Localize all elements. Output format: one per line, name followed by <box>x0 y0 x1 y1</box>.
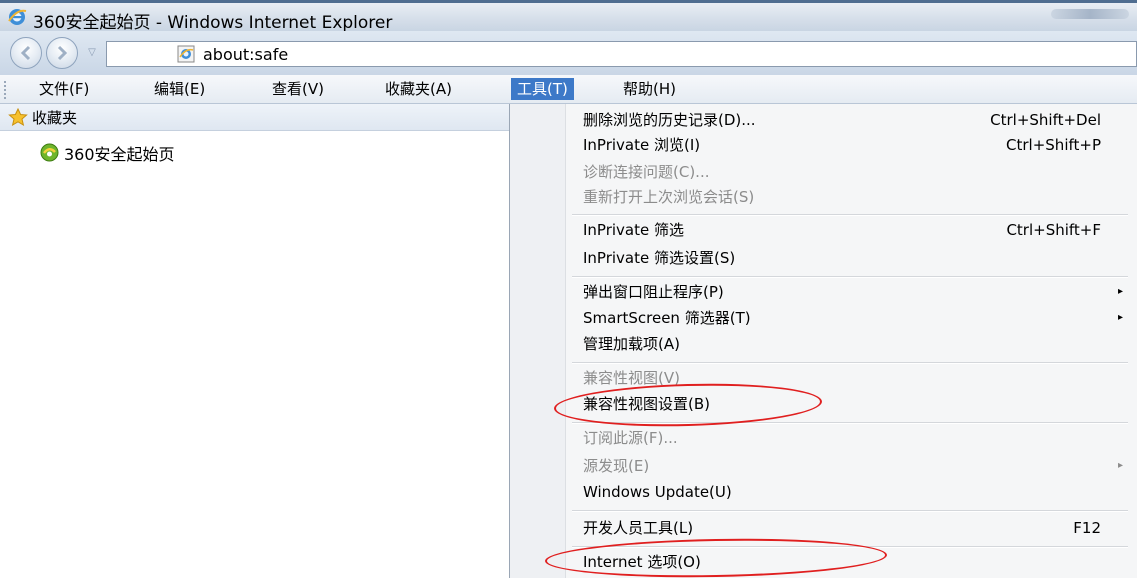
ie-page-icon <box>177 45 195 63</box>
address-url: about:safe <box>203 45 289 64</box>
menu-separator <box>572 546 1128 548</box>
menu-item-diagnose-connection: 诊断连接问题(C)... <box>583 160 1123 184</box>
360-icon <box>40 143 59 162</box>
menu-item-smartscreen-filter[interactable]: SmartScreen 筛选器(T) ▸ <box>583 306 1123 330</box>
navigation-bar: ▽ about:safe <box>0 31 1137 75</box>
menu-favorites[interactable]: 收藏夹(A) <box>379 78 458 100</box>
menu-separator <box>572 510 1128 512</box>
menu-item-label: 源发现(E) <box>583 457 650 475</box>
title-bar: 360安全起始页 - Windows Internet Explorer <box>0 0 1137 33</box>
menu-item-label: InPrivate 筛选设置(S) <box>583 249 736 267</box>
submenu-arrow-icon: ▸ <box>1117 460 1123 471</box>
menu-item-label: 开发人员工具(L) <box>583 519 694 537</box>
menu-item-internet-options[interactable]: Internet 选项(O) <box>583 550 1123 574</box>
menu-item-label: SmartScreen 筛选器(T) <box>583 309 751 327</box>
menu-item-label: 诊断连接问题(C)... <box>583 163 710 181</box>
internet-explorer-icon <box>8 9 27 25</box>
shortcut-label: Ctrl+Shift+P <box>1006 136 1101 154</box>
menu-tools[interactable]: 工具(T) <box>511 78 574 100</box>
menu-item-delete-history[interactable]: 删除浏览的历史记录(D)... Ctrl+Shift+Del <box>583 108 1123 132</box>
shortcut-label: F12 <box>1073 519 1101 537</box>
menu-item-compatibility-view-settings[interactable]: 兼容性视图设置(B) <box>583 392 1123 416</box>
shortcut-label: Ctrl+Shift+Del <box>990 111 1101 129</box>
menu-item-label: 弹出窗口阻止程序(P) <box>583 283 724 301</box>
back-button[interactable] <box>10 37 42 69</box>
menu-item-label: 管理加载项(A) <box>583 335 680 353</box>
shortcut-label: Ctrl+Shift+F <box>1006 221 1101 239</box>
menu-item-developer-tools[interactable]: 开发人员工具(L) F12 <box>583 516 1123 540</box>
address-field[interactable]: about:safe <box>106 41 1137 67</box>
favorites-label[interactable]: 收藏夹 <box>32 107 77 128</box>
menu-separator <box>572 362 1128 364</box>
menu-item-label: Internet 选项(O) <box>583 553 701 571</box>
menu-view[interactable]: 查看(V) <box>266 78 330 100</box>
menu-help[interactable]: 帮助(H) <box>617 78 682 100</box>
submenu-arrow-icon: ▸ <box>1117 286 1123 297</box>
forward-button[interactable] <box>46 37 78 69</box>
window-title: 360安全起始页 - Windows Internet Explorer <box>33 13 393 33</box>
menu-file[interactable]: 文件(F) <box>33 78 95 100</box>
chevron-down-icon: ▽ <box>88 47 96 58</box>
forward-arrow-icon <box>57 45 68 61</box>
menu-item-label: 订阅此源(F)... <box>583 429 678 447</box>
toolbar-grip[interactable] <box>4 81 9 99</box>
favorite-item-label: 360安全起始页 <box>64 145 175 164</box>
menu-item-reopen-session: 重新打开上次浏览会话(S) <box>583 185 1123 209</box>
menu-item-label: InPrivate 浏览(I) <box>583 136 701 154</box>
history-dropdown-button[interactable]: ▽ <box>84 46 100 60</box>
submenu-arrow-icon: ▸ <box>1117 312 1123 323</box>
menu-item-subscribe-feed: 订阅此源(F)... <box>583 426 1123 450</box>
menu-bar: 文件(F) 编辑(E) 查看(V) 收藏夹(A) 工具(T) 帮助(H) <box>0 75 1137 104</box>
favorites-bar: 收藏夹 <box>0 104 511 131</box>
menu-item-windows-update[interactable]: Windows Update(U) <box>583 480 1123 504</box>
star-icon[interactable] <box>8 108 28 126</box>
menu-item-inprivate-filtering[interactable]: InPrivate 筛选 Ctrl+Shift+F <box>583 218 1123 242</box>
back-arrow-icon <box>20 45 31 61</box>
menu-item-inprivate-filter-settings[interactable]: InPrivate 筛选设置(S) <box>583 246 1123 270</box>
menu-icon-gutter <box>510 104 566 578</box>
menu-item-manage-addons[interactable]: 管理加载项(A) <box>583 332 1123 356</box>
menu-item-inprivate-browsing[interactable]: InPrivate 浏览(I) Ctrl+Shift+P <box>583 133 1123 157</box>
menu-edit[interactable]: 编辑(E) <box>148 78 211 100</box>
menu-item-label: 重新打开上次浏览会话(S) <box>583 188 755 206</box>
menu-separator <box>572 276 1128 278</box>
menu-item-feed-discovery: 源发现(E) ▸ <box>583 454 1123 478</box>
menu-item-compatibility-view: 兼容性视图(V) <box>583 366 1123 390</box>
menu-item-label: Windows Update(U) <box>583 483 732 501</box>
menu-item-label: InPrivate 筛选 <box>583 221 684 239</box>
menu-item-label: 删除浏览的历史记录(D)... <box>583 111 756 129</box>
window-controls[interactable] <box>1051 9 1129 19</box>
menu-item-popup-blocker[interactable]: 弹出窗口阻止程序(P) ▸ <box>583 280 1123 304</box>
menu-separator <box>572 214 1128 216</box>
tools-dropdown-menu: 删除浏览的历史记录(D)... Ctrl+Shift+Del InPrivate… <box>509 104 1137 578</box>
menu-separator <box>572 422 1128 424</box>
menu-item-label: 兼容性视图(V) <box>583 369 680 387</box>
menu-item-label: 兼容性视图设置(B) <box>583 395 710 413</box>
